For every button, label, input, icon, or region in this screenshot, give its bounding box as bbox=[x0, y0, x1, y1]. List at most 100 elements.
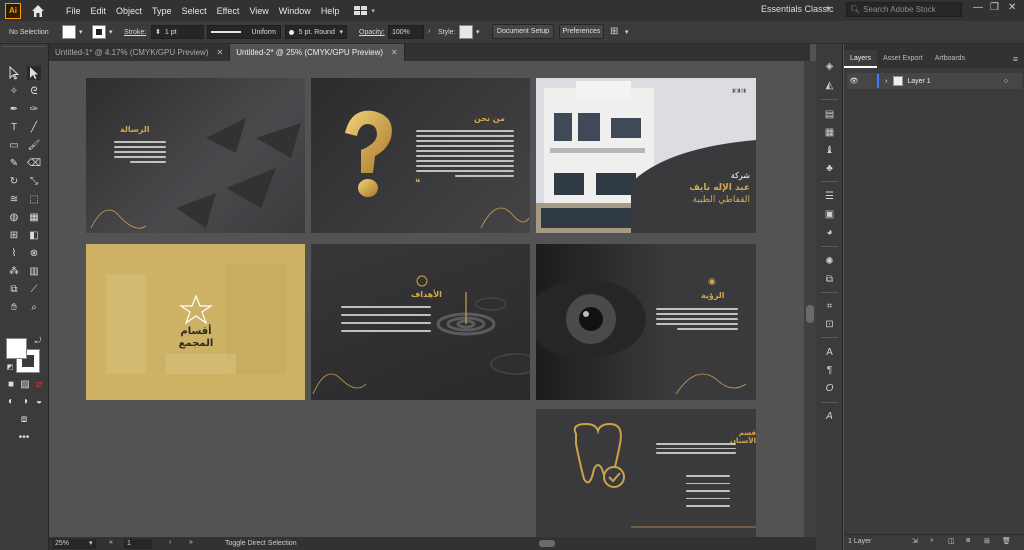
artboard-tool-icon[interactable]: ⧉ bbox=[7, 283, 21, 297]
fill-color-box[interactable] bbox=[6, 338, 27, 359]
color-mode-icon[interactable]: ■ bbox=[4, 378, 18, 392]
close-icon[interactable]: ✕ bbox=[217, 48, 224, 57]
brushes-icon[interactable]: ♝ bbox=[823, 144, 836, 157]
perspective-grid-tool-icon[interactable]: ▦ bbox=[27, 211, 41, 225]
line-segment-tool-icon[interactable]: ╱ bbox=[27, 121, 41, 135]
scale-tool-icon[interactable]: ⤡ bbox=[27, 175, 41, 189]
magic-wand-tool-icon[interactable]: ✧ bbox=[7, 85, 21, 99]
gradient-mode-icon[interactable]: ▨ bbox=[18, 378, 32, 392]
graphic-styles-icon[interactable]: ⧉ bbox=[823, 273, 836, 286]
transparency-icon[interactable]: ◕ bbox=[823, 226, 836, 239]
zoom-tool-icon[interactable]: ⌕ bbox=[27, 301, 41, 315]
artboard-mission[interactable]: الرسالة bbox=[86, 78, 305, 233]
variable-width-profile[interactable]: Uniform bbox=[207, 25, 281, 39]
properties-icon[interactable]: ◈ bbox=[823, 60, 836, 73]
menu-type[interactable]: Type bbox=[147, 6, 177, 16]
slice-tool-icon[interactable]: ⟋ bbox=[27, 283, 41, 297]
tab-asset-export[interactable]: Asset Export bbox=[877, 50, 929, 68]
brush-definition[interactable]: 5 pt. Round ▾ bbox=[285, 25, 347, 39]
color-guide-icon[interactable]: ▦ bbox=[823, 126, 836, 139]
stock-search-input[interactable]: 🔍︎ Search Adobe Stock bbox=[846, 2, 962, 17]
lasso-tool-icon[interactable]: ᘓ bbox=[27, 85, 41, 99]
draw-inside-icon[interactable]: ◒ bbox=[32, 395, 46, 409]
clipping-mask-icon[interactable]: ◫ bbox=[948, 537, 955, 545]
artboard-goals[interactable]: الأهداف bbox=[311, 244, 530, 400]
graphic-style-swatch[interactable] bbox=[459, 25, 473, 39]
stroke-chevron-icon[interactable]: ▾ bbox=[109, 28, 113, 36]
menu-file[interactable]: File bbox=[66, 6, 86, 16]
artboard-departments[interactable]: أقسام المجمع bbox=[86, 244, 305, 400]
workspace-chevron-icon[interactable]: ▾ bbox=[826, 4, 830, 13]
symbol-sprayer-tool-icon[interactable]: ⁂ bbox=[7, 265, 21, 279]
previous-artboard-icon[interactable]: « bbox=[109, 539, 113, 546]
artboard-about[interactable]: من نحن ❝ bbox=[311, 78, 530, 233]
minimize-icon[interactable]: — bbox=[973, 2, 983, 13]
free-transform-tool-icon[interactable]: ⬚ bbox=[27, 193, 41, 207]
menu-view[interactable]: View bbox=[244, 6, 273, 16]
paintbrush-tool-icon[interactable]: 🖌︎ bbox=[27, 139, 41, 153]
warp-tool-icon[interactable]: ≋ bbox=[7, 193, 21, 207]
menu-effect[interactable]: Effect bbox=[212, 6, 245, 16]
workspace-switcher[interactable]: Essentials Classic bbox=[761, 4, 834, 14]
mesh-tool-icon[interactable]: ⊞ bbox=[7, 229, 21, 243]
control-menu-chevron-icon[interactable]: ▾ bbox=[625, 28, 629, 36]
gradient-panel-icon[interactable]: ▣ bbox=[823, 208, 836, 221]
target-icon[interactable]: ○ bbox=[1004, 78, 1008, 85]
home-icon[interactable] bbox=[30, 3, 46, 19]
delete-layer-icon[interactable]: 🗑︎ bbox=[1002, 537, 1011, 545]
tab-untitled-2[interactable]: Untitled-2* @ 25% (CMYK/GPU Preview) ✕ bbox=[230, 44, 405, 61]
eyedropper-tool-icon[interactable]: ⌇ bbox=[7, 247, 21, 261]
paragraph-icon[interactable]: ¶ bbox=[823, 364, 836, 377]
last-artboard-icon[interactable]: » bbox=[189, 539, 193, 546]
vertical-scrollbar[interactable] bbox=[804, 61, 816, 537]
eraser-tool-icon[interactable]: ⌫ bbox=[27, 157, 41, 171]
restore-icon[interactable]: ❐ bbox=[990, 2, 999, 13]
pen-tool-icon[interactable]: ✒ bbox=[7, 103, 21, 117]
opentype-icon[interactable]: O bbox=[823, 382, 836, 395]
document-setup-button[interactable]: Document Setup bbox=[492, 24, 554, 39]
none-mode-icon[interactable]: ⧄ bbox=[32, 378, 46, 392]
artboard-dental[interactable]: قسم الأسنان bbox=[536, 409, 756, 537]
stroke-panel-icon[interactable]: ☰ bbox=[823, 190, 836, 203]
arrange-panel-icon[interactable]: ⊞ bbox=[610, 26, 618, 37]
visibility-eye-icon[interactable]: 👁︎ bbox=[847, 77, 861, 85]
type-tool-icon[interactable]: T bbox=[7, 121, 21, 135]
shaper-tool-icon[interactable]: ✎ bbox=[7, 157, 21, 171]
fill-chevron-icon[interactable]: ▾ bbox=[79, 28, 83, 36]
libraries-icon[interactable]: ◭ bbox=[823, 79, 836, 92]
symbols-icon[interactable]: ♣ bbox=[823, 162, 836, 175]
canvas[interactable]: الرسالة من نحن ❝ ▮▯▮▯▮ شركة عبد الإله نا… bbox=[49, 61, 804, 537]
fill-swatch[interactable] bbox=[62, 25, 76, 39]
appearance-icon[interactable]: ✺ bbox=[823, 255, 836, 268]
rectangle-tool-icon[interactable]: ▭ bbox=[7, 139, 21, 153]
edit-toolbar-icon[interactable]: ••• bbox=[17, 431, 31, 445]
screen-mode-icon[interactable]: ⧈ bbox=[17, 413, 31, 427]
draw-behind-icon[interactable]: ◑ bbox=[18, 395, 32, 409]
close-window-icon[interactable]: ✕ bbox=[1008, 2, 1016, 13]
tab-layers[interactable]: Layers bbox=[844, 50, 878, 68]
style-chevron-icon[interactable]: ▾ bbox=[476, 28, 480, 36]
artboard-vision[interactable]: ◉ الرؤية bbox=[536, 244, 756, 400]
next-artboard-icon[interactable]: › bbox=[169, 539, 171, 546]
new-sublayer-icon[interactable]: ⧈ bbox=[966, 537, 970, 545]
stroke-label[interactable]: Stroke: bbox=[124, 29, 146, 36]
opacity-field[interactable]: 100% bbox=[388, 25, 424, 39]
stroke-swatch[interactable] bbox=[92, 25, 106, 39]
preferences-button[interactable]: Preferences bbox=[559, 24, 604, 39]
rotate-tool-icon[interactable]: ↻ bbox=[7, 175, 21, 189]
opacity-chevron-icon[interactable]: › bbox=[428, 28, 430, 35]
shape-builder-tool-icon[interactable]: ◍ bbox=[7, 211, 21, 225]
draw-normal-icon[interactable]: ◐ bbox=[4, 395, 18, 409]
menu-object[interactable]: Object bbox=[111, 6, 147, 16]
column-graph-tool-icon[interactable]: ▥ bbox=[27, 265, 41, 279]
color-icon[interactable]: ▤ bbox=[823, 108, 836, 121]
default-colors-icon[interactable]: ◩ bbox=[3, 361, 17, 375]
selection-tool-icon[interactable] bbox=[7, 65, 21, 80]
zoom-chevron-icon[interactable]: ▾ bbox=[89, 539, 93, 547]
opacity-label[interactable]: Opacity: bbox=[359, 29, 385, 36]
layer-row[interactable]: 👁︎ › Layer 1 ○ bbox=[847, 73, 1022, 89]
artboard-number-field[interactable]: 1 bbox=[124, 539, 152, 549]
new-layer-icon[interactable]: ⊞ bbox=[984, 537, 990, 545]
tab-untitled-1[interactable]: Untitled-1* @ 4.17% (CMYK/GPU Preview) ✕ bbox=[49, 44, 231, 61]
expand-chevron-icon[interactable]: › bbox=[885, 78, 887, 85]
